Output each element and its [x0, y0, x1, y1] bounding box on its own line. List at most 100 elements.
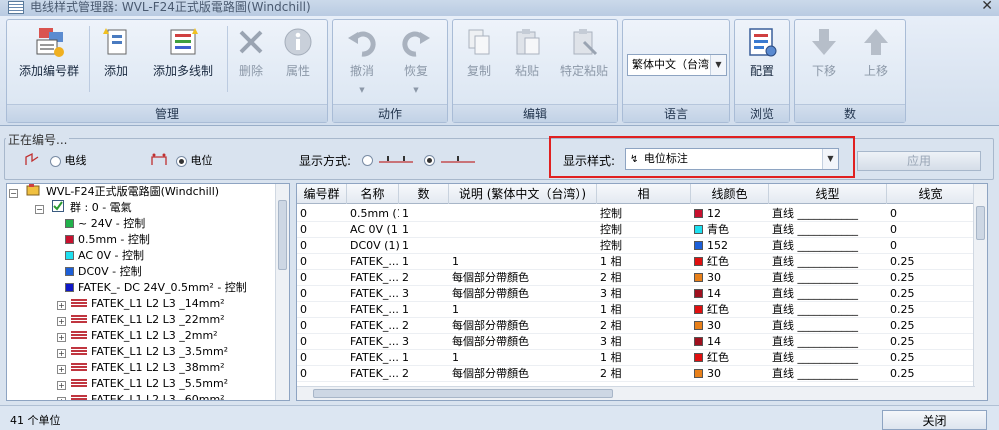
column-header[interactable]: 线型: [769, 184, 887, 204]
move-up-button[interactable]: 上移: [853, 24, 899, 90]
tree-item[interactable]: ~ 24V - 控制: [65, 216, 145, 232]
table-cell-type[interactable]: 直线 ___________: [769, 270, 887, 286]
tree-item[interactable]: AC 0V - 控制: [65, 248, 144, 264]
table-cell-phase[interactable]: 1 相: [597, 302, 691, 318]
table-cell-width[interactable]: 0.25: [887, 366, 975, 382]
display-style-select[interactable]: ↯ 电位标注 ▼: [625, 148, 839, 170]
column-header[interactable]: 线宽: [887, 184, 975, 204]
table-cell-type[interactable]: 直线 ___________: [769, 254, 887, 270]
table-cell-desc[interactable]: 每個部分帶顏色: [449, 318, 597, 334]
collapse-icon[interactable]: −: [9, 189, 18, 198]
display-mode-radio-1[interactable]: [362, 154, 373, 166]
expand-icon[interactable]: +: [57, 333, 66, 342]
tree-multi-item[interactable]: + FATEK_L1 L2 L3 _38mm²: [57, 360, 225, 376]
table-cell-color-name[interactable]: 14: [691, 334, 769, 350]
expand-icon[interactable]: +: [57, 381, 66, 390]
table-cell-desc[interactable]: [449, 206, 597, 222]
table-cell-name[interactable]: FATEK_...: [347, 318, 399, 334]
table-cell-num[interactable]: 2: [399, 270, 449, 286]
tree-multi-item[interactable]: + FATEK_L1 L2 L3 _14mm²: [57, 296, 225, 312]
display-mode-radio-2[interactable]: [424, 154, 435, 166]
table-cell-group[interactable]: 0: [297, 318, 347, 334]
tree-multi-item[interactable]: + FATEK_L1 L2 L3 _22mm²: [57, 312, 225, 328]
chevron-down-icon[interactable]: ▼: [822, 149, 838, 169]
table-row[interactable]: 0 FATEK_... 1 1 1 相红色 直线 ___________ 0.25: [297, 350, 975, 366]
table-cell-group[interactable]: 0: [297, 366, 347, 382]
chevron-down-icon[interactable]: ▼: [710, 55, 726, 75]
table-cell-color-name[interactable]: 14: [691, 286, 769, 302]
table-cell-num[interactable]: 3: [399, 286, 449, 302]
table-cell-color-name[interactable]: 红色: [691, 254, 769, 270]
radio-potential-button[interactable]: [176, 155, 187, 167]
paste-special-button[interactable]: 特定粘贴: [553, 24, 615, 90]
column-header[interactable]: 线颜色: [691, 184, 769, 204]
paste-button[interactable]: 粘贴: [505, 24, 549, 90]
table-cell-num[interactable]: 1: [399, 254, 449, 270]
add-multi-wire-button[interactable]: 添加多线制: [143, 24, 223, 90]
table-scrollbar[interactable]: [973, 184, 987, 400]
table-cell-color-name[interactable]: 红色: [691, 302, 769, 318]
expand-icon[interactable]: +: [57, 317, 66, 326]
table-row[interactable]: 0 0.5mm (1)1 控制 12 直线 ___________ 0: [297, 206, 975, 222]
table-cell-width[interactable]: 0: [887, 206, 975, 222]
table-cell-group[interactable]: 0: [297, 270, 347, 286]
table-cell-width[interactable]: 0.25: [887, 254, 975, 270]
table-cell-desc[interactable]: 每個部分帶顏色: [449, 286, 597, 302]
table-cell-name[interactable]: FATEK_...: [347, 270, 399, 286]
radio-wire[interactable]: 电线: [50, 152, 87, 168]
display-mode-option-2[interactable]: [424, 153, 477, 166]
table-cell-color-name[interactable]: 30: [691, 366, 769, 382]
table-cell-phase[interactable]: 1 相: [597, 350, 691, 366]
table-cell-type[interactable]: 直线 ___________: [769, 302, 887, 318]
table-cell-name[interactable]: FATEK_...: [347, 302, 399, 318]
table-cell-phase[interactable]: 2 相: [597, 366, 691, 382]
table-cell-phase[interactable]: 控制: [597, 206, 691, 222]
wire-style-tree[interactable]: − WVL-F24正式版電路圖(Windchill) − 群 : 0 - 電氣 …: [6, 183, 290, 401]
table-cell-width[interactable]: 0.25: [887, 334, 975, 350]
tree-root[interactable]: − WVL-F24正式版電路圖(Windchill): [9, 184, 219, 200]
tree-item[interactable]: DC0V - 控制: [65, 264, 142, 280]
column-header[interactable]: 名称: [347, 184, 399, 204]
add-button[interactable]: 添加: [93, 24, 139, 90]
table-cell-color-name[interactable]: 152: [691, 238, 769, 254]
table-row[interactable]: 0 FATEK_... 3 每個部分帶顏色 3 相 14 直线 ___________ 0.2…: [297, 286, 975, 302]
table-cell-type[interactable]: 直线 ___________: [769, 286, 887, 302]
delete-button[interactable]: 删除: [231, 24, 271, 90]
expand-icon[interactable]: +: [57, 301, 66, 310]
tree-multi-item[interactable]: + FATEK_L1 L2 L3 _3.5mm²: [57, 344, 228, 360]
table-cell-num[interactable]: 1: [399, 222, 449, 238]
table-cell-color-name[interactable]: 30: [691, 270, 769, 286]
column-header[interactable]: 说明 (繁体中文（台湾）): [449, 184, 597, 204]
table-cell-num[interactable]: 2: [399, 366, 449, 382]
table-cell-name[interactable]: DC0V (1): [347, 238, 399, 254]
close-window-icon[interactable]: ✕: [981, 0, 993, 13]
copy-button[interactable]: 复制: [457, 24, 501, 90]
collapse-icon[interactable]: −: [35, 205, 44, 214]
table-cell-name[interactable]: FATEK_...: [347, 366, 399, 382]
table-cell-group[interactable]: 0: [297, 222, 347, 238]
column-header[interactable]: 相: [597, 184, 691, 204]
move-down-button[interactable]: 下移: [801, 24, 847, 90]
table-cell-name[interactable]: FATEK_...: [347, 334, 399, 350]
table-cell-num[interactable]: 2: [399, 318, 449, 334]
table-cell-desc[interactable]: 每個部分帶顏色: [449, 334, 597, 350]
table-cell-desc[interactable]: 1: [449, 302, 597, 318]
table-cell-color-name[interactable]: 青色: [691, 222, 769, 238]
table-cell-name[interactable]: AC 0V (1): [347, 222, 399, 238]
add-label-group-button[interactable]: 添加编号群: [11, 24, 87, 90]
table-cell-type[interactable]: 直线 ___________: [769, 350, 887, 366]
table-cell-num[interactable]: 1: [399, 238, 449, 254]
table-row[interactable]: 0 FATEK_... 2 每個部分帶顏色 2 相 30 直线 ___________ 0.2…: [297, 270, 975, 286]
radio-wire-button[interactable]: [50, 155, 61, 167]
table-scroll-thumb[interactable]: [976, 206, 985, 240]
tree-scrollbar[interactable]: [275, 184, 289, 400]
tree-multi-item[interactable]: + FATEK_L1 L2 L3 _2mm²: [57, 328, 218, 344]
table-cell-width[interactable]: 0: [887, 222, 975, 238]
table-cell-phase[interactable]: 3 相: [597, 286, 691, 302]
table-cell-desc[interactable]: 1: [449, 254, 597, 270]
column-header[interactable]: 编号群: [297, 184, 347, 204]
tree-multi-item[interactable]: + FATEK_L1 L2 L3 _60mm²: [57, 392, 225, 400]
table-cell-desc[interactable]: 1: [449, 350, 597, 366]
tree-multi-item[interactable]: + FATEK_L1 L2 L3 _5.5mm²: [57, 376, 228, 392]
table-cell-phase[interactable]: 2 相: [597, 318, 691, 334]
